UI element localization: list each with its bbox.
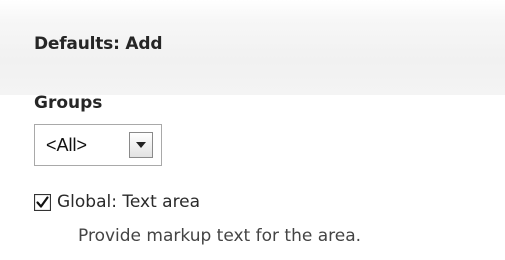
groups-select[interactable]: <All> — [34, 124, 162, 166]
header-bar: Defaults: Add — [0, 0, 505, 95]
global-text-area-option[interactable]: Global: Text area — [34, 192, 200, 212]
option-description: Provide markup text for the area. — [78, 226, 362, 246]
page-title: Defaults: Add — [34, 34, 163, 54]
groups-select-value: <All> — [46, 134, 88, 155]
option-label: Global: Text area — [57, 192, 201, 212]
chevron-down-icon — [136, 142, 146, 148]
groups-label: Groups — [34, 93, 103, 113]
checkbox-checked-icon[interactable] — [34, 193, 51, 211]
dropdown-arrow-icon[interactable] — [129, 132, 153, 158]
